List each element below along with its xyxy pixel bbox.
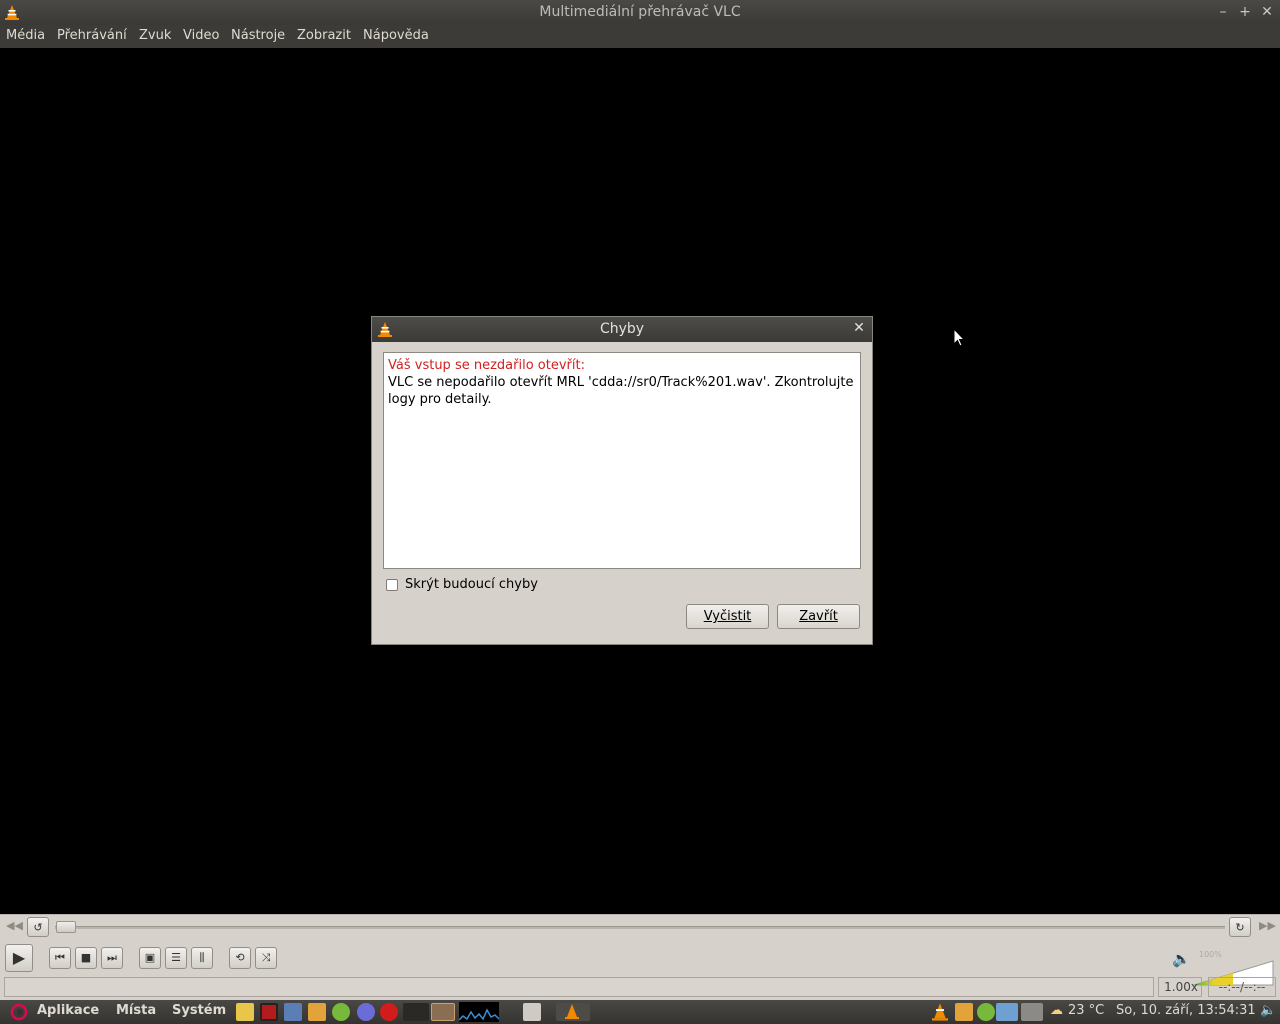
window-title: Multimediální přehrávač VLC — [539, 4, 741, 20]
hide-future-errors-label[interactable]: Skrýt budoucí chyby — [405, 577, 538, 592]
clear-button[interactable]: Vyčistit — [686, 604, 769, 629]
system-monitor-icon[interactable] — [459, 1002, 499, 1022]
terminal-launcher-icon[interactable] — [260, 1003, 278, 1021]
applications-menu[interactable]: Aplikace — [37, 1003, 99, 1018]
calculator-launcher-icon[interactable] — [284, 1003, 302, 1021]
menu-audio[interactable]: Zvuk — [139, 28, 171, 43]
menu-playback[interactable]: Přehrávání — [57, 28, 127, 43]
shuffle-button[interactable]: ⤨ — [255, 947, 277, 969]
display-tray-icon[interactable] — [996, 1003, 1018, 1021]
clock[interactable]: So, 10. září, 13:54:31 — [1116, 1003, 1256, 1018]
mouse-cursor-icon — [953, 328, 965, 347]
volume-speaker-icon[interactable]: 🔈 — [1172, 950, 1191, 968]
menu-help[interactable]: Nápověda — [363, 28, 429, 43]
seek-track[interactable] — [55, 926, 1225, 929]
system-menu[interactable]: Systém — [172, 1003, 226, 1018]
seek-back-icon[interactable]: ◀◀ — [6, 919, 23, 932]
archive-launcher-icon[interactable] — [308, 1003, 326, 1021]
opera-launcher-icon[interactable] — [380, 1003, 398, 1021]
close-window-button[interactable]: ✕ — [1258, 3, 1276, 21]
errors-dialog: Chyby ✕ Váš vstup se nezdařilo otevřít: … — [371, 316, 873, 645]
fullscreen-button[interactable]: ▣ — [139, 947, 161, 969]
next-button[interactable]: ⏭ — [101, 947, 123, 969]
workspace-2-icon[interactable] — [431, 1003, 455, 1021]
window-list-icon[interactable] — [523, 1003, 541, 1021]
extended-settings-button[interactable]: ⫼ — [191, 947, 213, 969]
play-button[interactable]: ▶ — [5, 944, 33, 972]
volume-percent-label: 100% — [1199, 950, 1222, 959]
time-display[interactable]: --:--/--:-- — [1208, 977, 1276, 997]
close-button[interactable]: Zavřít — [777, 604, 860, 629]
maximize-button[interactable]: + — [1236, 3, 1254, 21]
temperature[interactable]: 23 °C — [1068, 1003, 1104, 1018]
vlc-cone-icon — [565, 1004, 579, 1019]
user-launcher-icon[interactable] — [332, 1003, 350, 1021]
minimize-button[interactable]: – — [1214, 3, 1232, 21]
status-bar — [4, 977, 1154, 997]
folder-launcher-icon[interactable] — [236, 1003, 254, 1021]
network-tray-icon[interactable] — [1021, 1003, 1043, 1021]
error-body: VLC se nepodařilo otevřít MRL 'cdda://sr… — [388, 375, 854, 407]
menu-media[interactable]: Média — [6, 28, 45, 43]
user-tray-icon[interactable] — [977, 1003, 995, 1021]
dialog-close-button[interactable]: ✕ — [851, 320, 867, 336]
dialog-titlebar[interactable]: Chyby ✕ — [372, 317, 872, 342]
close-button-label: Zavřít — [799, 609, 838, 624]
window-titlebar[interactable]: Multimediální přehrávač VLC – + ✕ — [0, 0, 1280, 25]
loop-button[interactable]: ⟲ — [229, 947, 251, 969]
playlist-button[interactable]: ☰ — [165, 947, 187, 969]
menu-tools[interactable]: Nástroje — [231, 28, 285, 43]
frame-back-icon[interactable]: ↺ — [27, 917, 49, 937]
menu-view[interactable]: Zobrazit — [297, 28, 351, 43]
error-message-box[interactable]: Váš vstup se nezdařilo otevřít: VLC se n… — [383, 352, 861, 569]
hide-future-errors-checkbox[interactable] — [386, 579, 398, 591]
clear-button-label: Vyčistit — [703, 609, 752, 624]
vlc-tray-icon[interactable] — [932, 1003, 948, 1021]
weather-icon[interactable]: ☁ — [1050, 1003, 1063, 1018]
vlc-taskbar-button[interactable] — [556, 1003, 590, 1021]
package-tray-icon[interactable] — [955, 1003, 973, 1021]
volume-tray-icon[interactable]: 🔈 — [1260, 1003, 1276, 1018]
seek-slider-handle[interactable] — [56, 921, 76, 933]
workspace-1-icon[interactable] — [403, 1003, 429, 1021]
stop-button[interactable]: ■ — [75, 947, 97, 969]
seek-forward-icon[interactable]: ▶▶ — [1259, 919, 1276, 932]
dialog-title: Chyby — [599, 321, 645, 337]
playback-speed[interactable]: 1.00x — [1158, 977, 1202, 997]
system-taskbar: Aplikace Místa Systém ☁ 23 °C So, 10. zá… — [0, 1000, 1280, 1024]
menu-bar: Média Přehrávání Zvuk Video Nástroje Zob… — [0, 25, 1280, 48]
browser-launcher-icon[interactable] — [357, 1003, 375, 1021]
frame-forward-icon[interactable]: ↻ — [1229, 917, 1251, 937]
control-panel: ◀◀ ↺ ↻ ▶▶ ▶ ⏮ ■ ⏭ ▣ ☰ ⫼ ⟲ ⤨ 🔈 100% 1.00x… — [0, 914, 1280, 1000]
places-menu[interactable]: Místa — [116, 1003, 156, 1018]
previous-button[interactable]: ⏮ — [49, 947, 71, 969]
menu-video[interactable]: Video — [183, 28, 219, 43]
error-heading: Váš vstup se nezdařilo otevřít: — [388, 358, 585, 373]
debian-swirl-icon[interactable] — [10, 1003, 28, 1021]
